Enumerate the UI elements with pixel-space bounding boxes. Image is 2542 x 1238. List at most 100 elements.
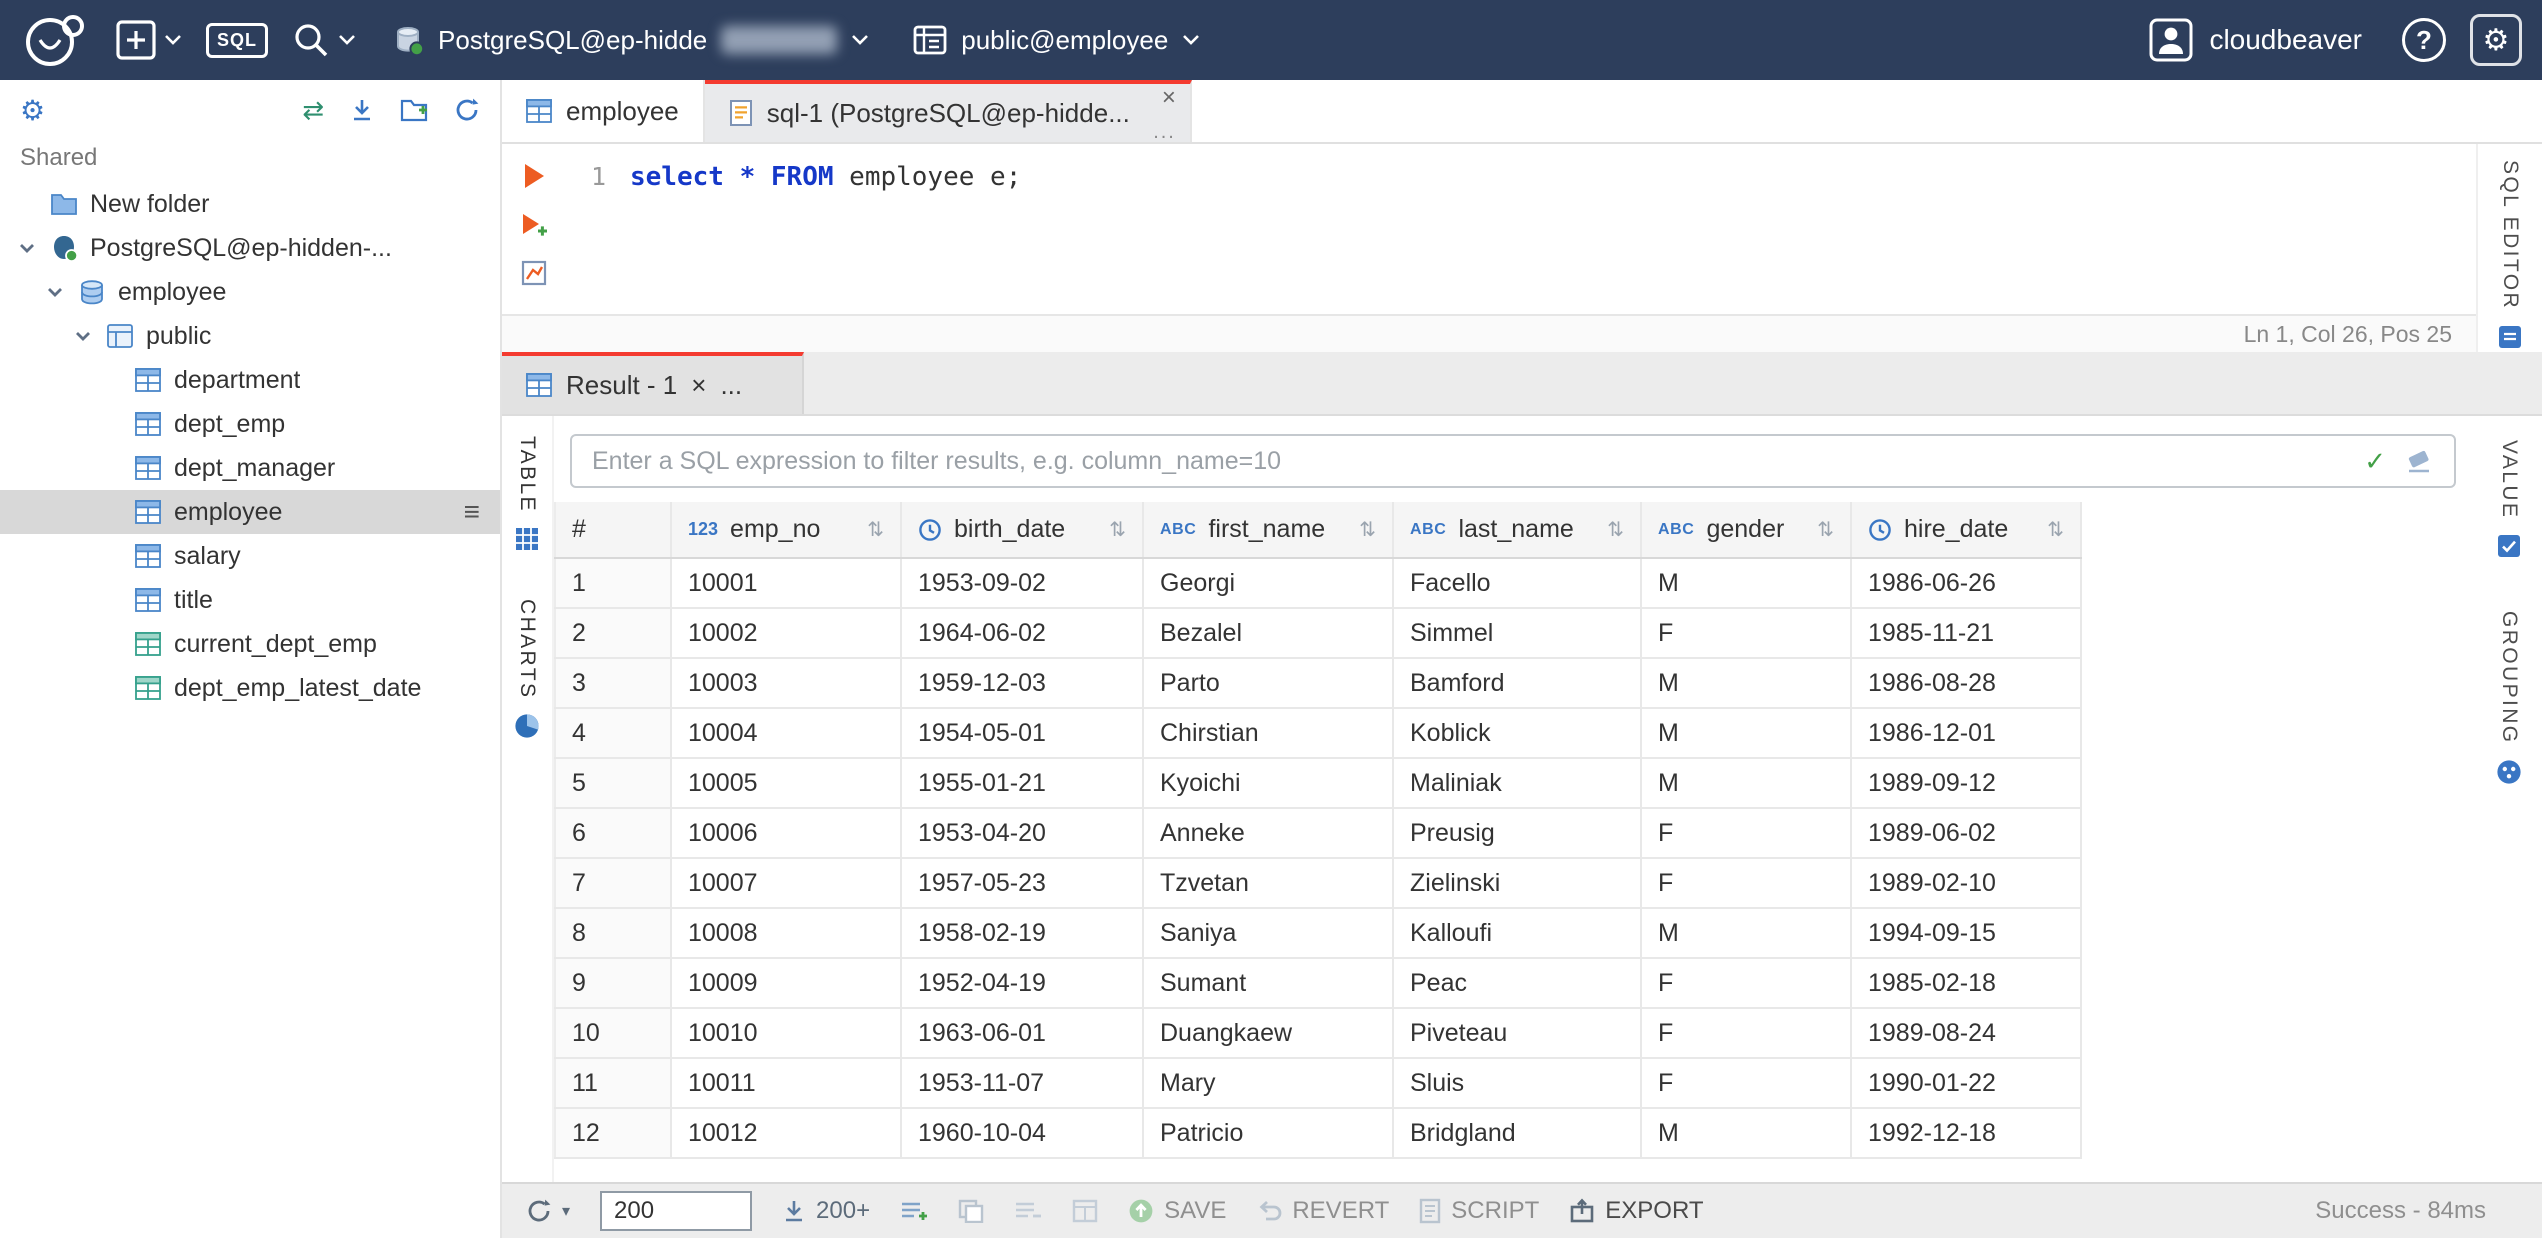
fetch-next-page-button[interactable]: 200+ <box>782 1197 870 1225</box>
table-row[interactable]: 10 10010 1963-06-01 Duangkaew Piveteau F 1989-… <box>555 1008 2082 1059</box>
tab-label: sql-1 (PostgreSQL@ep-hidde... <box>766 97 1130 128</box>
search-icon <box>295 24 328 57</box>
user-menu[interactable]: cloudbeaver <box>2149 18 2362 62</box>
tab-charts-presentation[interactable]: CHARTS <box>514 599 540 739</box>
tree-item-postgresql-ep-hidden-[interactable]: PostgreSQL@ep-hidden-... <box>0 226 500 270</box>
chevron-down-icon: ▾ <box>562 1203 571 1220</box>
sort-icon[interactable]: ⇅ <box>1359 517 1376 542</box>
tree-item-dept_manager[interactable]: dept_manager <box>0 446 500 490</box>
link-editor-button[interactable]: ⇄ <box>302 95 324 126</box>
grid-edit-button[interactable] <box>1072 1199 1098 1223</box>
table-row[interactable]: 3 10003 1959-12-03 Parto Bamford M 1986-08-28 <box>555 658 2082 709</box>
script-button[interactable]: SCRIPT <box>1419 1197 1539 1225</box>
duplicate-row-button[interactable] <box>958 1199 984 1223</box>
sql-script-icon <box>729 100 752 126</box>
save-button[interactable]: SAVE <box>1128 1197 1226 1225</box>
connected-database-icon <box>397 27 425 56</box>
close-icon[interactable]: × <box>691 370 706 401</box>
refresh-results-button[interactable]: ▾ <box>526 1198 570 1224</box>
schema-label: public@employee <box>961 24 1169 55</box>
tree-item-employee[interactable]: employee <box>0 270 500 314</box>
open-sql-editor-button[interactable]: SQL <box>206 22 269 58</box>
tree-item-new-folder[interactable]: New folder <box>0 182 500 226</box>
table-row[interactable]: 4 10004 1954-05-01 Chirstian Koblick M 1986-12… <box>555 708 2082 759</box>
fetch-size-input[interactable] <box>600 1191 753 1231</box>
user-label: cloudbeaver <box>2209 24 2362 55</box>
table-row[interactable]: 1 10001 1953-09-02 Georgi Facello M 1986-06-26 <box>555 558 2082 609</box>
tree-item-salary[interactable]: salary <box>0 534 500 578</box>
tab-grouping-panel[interactable]: GROUPING <box>2496 611 2522 785</box>
tab-employee-table[interactable]: employee <box>502 80 705 142</box>
sql-code-line[interactable]: select * FROM employee e; <box>630 144 2476 314</box>
tree-item-current_dept_emp[interactable]: current_dept_emp <box>0 622 500 666</box>
filter-input[interactable] <box>572 436 2454 486</box>
column-header-gender[interactable]: ABC gender ⇅ <box>1641 502 1852 559</box>
column-header-rownum[interactable]: # <box>555 502 672 559</box>
add-row-button[interactable] <box>900 1199 928 1223</box>
chevron-down-icon[interactable] <box>72 327 94 345</box>
table-icon <box>132 544 164 568</box>
tree-item-employee[interactable]: employee ≡ <box>0 490 500 534</box>
table-row[interactable]: 2 10002 1964-06-02 Bezalel Simmel F 1985-11-21 <box>555 608 2082 659</box>
table-row[interactable]: 5 10005 1955-01-21 Kyoichi Maliniak M 1989-09-… <box>555 758 2082 809</box>
tab-menu-dots[interactable]: ... <box>720 370 742 401</box>
tab-table-presentation[interactable]: TABLE <box>515 436 539 551</box>
sort-icon[interactable]: ⇅ <box>1817 517 1834 542</box>
table-row[interactable]: 7 10007 1957-05-23 Tzvetan Zielinski F 1989-02… <box>555 858 2082 909</box>
column-header-hire_date[interactable]: hire_date ⇅ <box>1851 502 2082 559</box>
revert-button[interactable]: REVERT <box>1256 1197 1389 1225</box>
help-button[interactable]: ? <box>2402 18 2446 62</box>
table-row[interactable]: 12 10012 1960-10-04 Patricio Bridgland M 1992-… <box>555 1108 2082 1159</box>
tab-menu-dots[interactable]: ... <box>1153 122 1176 142</box>
chevron-down-icon[interactable] <box>44 283 66 301</box>
gear-icon: ⚙ <box>2482 23 2510 57</box>
tree-item-title[interactable]: title <box>0 578 500 622</box>
tree-item-public[interactable]: public <box>0 314 500 358</box>
clear-filter-icon[interactable] <box>2404 448 2434 474</box>
add-folder-button[interactable] <box>400 98 428 122</box>
column-header-emp_no[interactable]: 123 emp_no ⇅ <box>671 502 902 559</box>
export-button[interactable]: EXPORT <box>1569 1197 1704 1225</box>
tree-item-dept_emp_latest_date[interactable]: dept_emp_latest_date <box>0 666 500 710</box>
new-connection-button[interactable] <box>116 20 182 60</box>
data-grid[interactable]: #123 emp_no ⇅ birth_date ⇅ ABC first_name ⇅ ABC l… <box>554 502 2476 1182</box>
navigator-settings-button[interactable]: ⚙ <box>20 94 45 127</box>
settings-button[interactable]: ⚙ <box>2470 14 2522 66</box>
refresh-tree-button[interactable] <box>454 97 480 123</box>
column-header-birth_date[interactable]: birth_date ⇅ <box>901 502 1144 559</box>
sort-icon[interactable]: ⇅ <box>1607 517 1624 542</box>
schema-selector[interactable]: public@employee <box>913 25 1200 56</box>
table-row[interactable]: 8 10008 1958-02-19 Saniya Kalloufi M 1994-09-1… <box>555 908 2082 959</box>
sort-icon[interactable]: ⇅ <box>1109 517 1126 542</box>
delete-row-button[interactable] <box>1014 1199 1042 1223</box>
grid-icon <box>515 527 539 551</box>
row-menu-icon[interactable]: ≡ <box>464 496 480 528</box>
sort-icon[interactable]: ⇅ <box>867 517 884 542</box>
tree-item-dept_emp[interactable]: dept_emp <box>0 402 500 446</box>
chevron-down-icon[interactable] <box>16 239 38 257</box>
table-row[interactable]: 9 10009 1952-04-19 Sumant Peac F 1985-02-18 <box>555 958 2082 1009</box>
apply-filter-icon[interactable]: ✓ <box>2364 446 2386 477</box>
tab-sql-editor-rail[interactable]: SQL EDITOR <box>2497 160 2523 350</box>
tab-sql-editor[interactable]: sql-1 (PostgreSQL@ep-hidde... × ... <box>704 80 1192 142</box>
run-script-button[interactable] <box>520 212 548 238</box>
object-tree: New folder PostgreSQL@ep-hidden-... employ… <box>0 182 500 1238</box>
sql-editor-region: 1 select * FROM employee e; Ln 1, Col 26… <box>502 144 2542 352</box>
tab-result-1[interactable]: Result - 1 × ... <box>502 352 805 414</box>
connection-search-button[interactable] <box>292 21 356 59</box>
close-icon[interactable]: × <box>1162 86 1176 110</box>
explain-plan-button[interactable] <box>521 260 547 286</box>
run-query-button[interactable] <box>522 162 546 190</box>
connection-selector[interactable]: PostgreSQL@ep-hidde <box>392 24 869 56</box>
column-header-first_name[interactable]: ABC first_name ⇅ <box>1143 502 1394 559</box>
column-header-last_name[interactable]: ABC last_name ⇅ <box>1393 502 1642 559</box>
table-row[interactable]: 11 10011 1953-11-07 Mary Sluis F 1990-01-22 <box>555 1058 2082 1109</box>
table-row[interactable]: 6 10006 1953-04-20 Anneke Preusig F 1989-06-02 <box>555 808 2082 859</box>
collapse-all-button[interactable] <box>350 98 374 122</box>
script-icon <box>1420 1198 1441 1224</box>
tab-value-panel[interactable]: VALUE <box>2496 440 2522 559</box>
tree-item-department[interactable]: department <box>0 358 500 402</box>
filter-bar: ✓ <box>554 416 2476 502</box>
sort-icon[interactable]: ⇅ <box>2047 517 2064 542</box>
sql-editor[interactable]: 1 select * FROM employee e; <box>502 144 2476 314</box>
